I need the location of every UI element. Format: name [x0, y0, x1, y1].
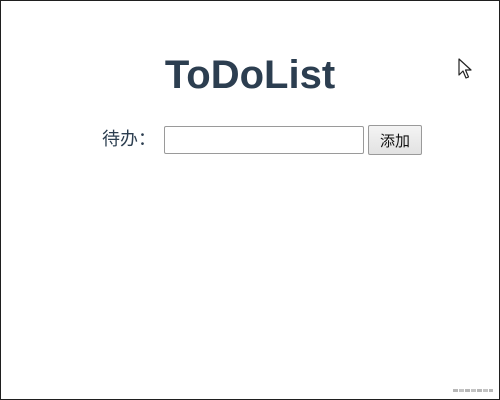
- page-title: ToDoList: [164, 53, 336, 97]
- add-button[interactable]: 添加: [368, 125, 422, 155]
- app-window: ToDoList 待办： 添加: [0, 0, 500, 400]
- todo-form: 待办： 添加: [1, 125, 499, 155]
- todo-label: 待办：: [102, 129, 156, 150]
- arrow-cursor-icon: [458, 58, 472, 79]
- watermark-logo: [453, 389, 493, 392]
- todo-input[interactable]: [164, 126, 364, 154]
